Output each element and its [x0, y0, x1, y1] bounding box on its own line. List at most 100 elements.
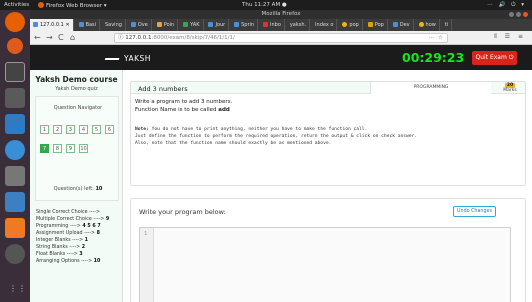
- yaksh-header: YAKSH 00:29:23 Quit Exam ⏻: [30, 45, 532, 70]
- system-tray[interactable]: ⋯ 🔊 ⏻ ▾: [487, 2, 526, 9]
- navigation-bar: ← → C ⌂ ⓘ 127.0.0.1:8000/exam/8/skip/7/4…: [30, 31, 532, 45]
- category-string-blanks: String Blanks ----> 2: [36, 245, 85, 250]
- ubuntu-launcher-icon[interactable]: [7, 38, 23, 54]
- tab-favicon: [208, 22, 214, 27]
- forward-icon[interactable]: →: [46, 33, 53, 43]
- category-value: 2: [81, 245, 86, 250]
- category-label: Float Blanks ---->: [36, 252, 78, 257]
- minimize-icon[interactable]: [509, 12, 514, 17]
- logo-text: YAKSH: [124, 54, 151, 63]
- category-value: 1: [84, 238, 89, 243]
- tab-label: Pop: [374, 22, 384, 28]
- tab-9[interactable]: yaksh.: [287, 19, 311, 31]
- marks-label: Marks: [503, 88, 517, 93]
- software-center-icon[interactable]: [5, 218, 25, 238]
- tab-label: Index o: [315, 22, 334, 28]
- question-navigator: Question Navigator 1 2 3 4 5 6 7 8 9 10 …: [35, 96, 119, 201]
- category-label: Programming ---->: [36, 224, 81, 229]
- site-info-icon[interactable]: ⓘ: [118, 35, 124, 41]
- editor-gutter: 1: [140, 228, 154, 302]
- category-label: Single Correct Choice ---->: [36, 210, 101, 215]
- terminal-icon[interactable]: [5, 62, 25, 82]
- question-link-8[interactable]: 8: [53, 144, 62, 153]
- launcher-dock: ⋮⋮⋮: [0, 10, 35, 302]
- activities-button[interactable]: Activities: [4, 2, 29, 8]
- thunderbird-icon[interactable]: [5, 140, 25, 160]
- category-value: 3: [79, 252, 83, 257]
- clock[interactable]: Thu 11:27 AM ●: [242, 2, 287, 8]
- tab-label: Saving: [104, 22, 122, 28]
- category-label: String Blanks ---->: [36, 245, 81, 250]
- note-line1: You do not have to print anything, neith…: [148, 127, 368, 132]
- tab-favicon: [263, 22, 269, 27]
- category-label: Arranging Options ---->: [36, 259, 93, 264]
- question-link-6[interactable]: 6: [105, 125, 114, 134]
- question-link-9[interactable]: 9: [66, 144, 75, 153]
- tab-label: YAK: [190, 22, 200, 28]
- question-link-7-current[interactable]: 7: [40, 144, 49, 153]
- url-bar[interactable]: ⓘ 127.0.0.1:8000/exam/8/skip/7/46/1/1/1/…: [114, 33, 448, 43]
- function-name: add: [218, 107, 230, 113]
- tab-5[interactable]: YAK: [180, 19, 204, 31]
- question-area: Add 3 numbers PROGRAMMING 20 Marks Write …: [123, 70, 532, 302]
- tab-13[interactable]: Dev: [390, 19, 414, 31]
- question-link-4[interactable]: 4: [79, 125, 88, 134]
- url-path: :8000/exam/8/skip/7/46/1/1/1/: [151, 35, 235, 41]
- tab-11[interactable]: pop: [339, 19, 363, 31]
- question-link-3[interactable]: 3: [66, 125, 75, 134]
- quit-exam-button[interactable]: Quit Exam ⏻: [472, 51, 517, 65]
- yaksh-logo[interactable]: YAKSH: [104, 53, 151, 63]
- code-editor[interactable]: 1: [139, 227, 511, 302]
- tab-label: 127.0.0.1 ✕: [40, 22, 70, 28]
- category-value: 8: [96, 231, 100, 236]
- tab-10[interactable]: Index o: [312, 19, 338, 31]
- maximize-icon[interactable]: [516, 12, 521, 17]
- home-icon[interactable]: ⌂: [70, 33, 75, 43]
- question-description: Write a program to add 3 numbers. Functi…: [135, 98, 232, 114]
- question-link-5[interactable]: 5: [92, 125, 101, 134]
- reload-icon[interactable]: C: [58, 33, 64, 43]
- tab-4[interactable]: Poin: [154, 19, 179, 31]
- question-text-line1: Write a program to add 3 numbers.: [135, 99, 233, 105]
- tab-14[interactable]: how: [416, 19, 440, 31]
- questions-left: Question(s) left: 10: [36, 186, 120, 192]
- undo-changes-button[interactable]: Undo Changes: [453, 206, 496, 217]
- tab-6[interactable]: Jour: [205, 19, 230, 31]
- app-menu[interactable]: Firefox Web Browser ▾: [38, 2, 107, 9]
- question-link-2[interactable]: 2: [53, 125, 62, 134]
- tab-1[interactable]: Basi: [76, 19, 101, 31]
- tab-favicon: [78, 22, 84, 27]
- note-line2: Just define the function to perform the …: [135, 134, 418, 139]
- tab-15[interactable]: ti: [442, 19, 453, 31]
- category-arranging-options: Arranging Options ----> 10: [36, 259, 100, 264]
- tab-7[interactable]: Sprin: [231, 19, 259, 31]
- show-applications-icon[interactable]: ⋮⋮⋮: [9, 285, 35, 298]
- question-link-1[interactable]: 1: [40, 125, 49, 134]
- close-window-icon[interactable]: [523, 12, 528, 17]
- firefox-launcher-icon[interactable]: [5, 12, 25, 32]
- category-value: 4 5 6 7: [82, 224, 101, 229]
- library-menu-icon[interactable]: ⫴ ☰ ≡: [494, 33, 526, 41]
- tab-label: Inbo: [270, 22, 281, 28]
- pycharm-icon[interactable]: [5, 166, 25, 186]
- tab-0[interactable]: 127.0.0.1 ✕: [30, 19, 74, 31]
- text-editor-icon[interactable]: [5, 114, 25, 134]
- tab-label: yaksh.: [289, 22, 307, 28]
- question-card: Add 3 numbers PROGRAMMING 20 Marks Write …: [130, 81, 526, 186]
- question-note: Note: You do not have to print anything,…: [135, 126, 417, 147]
- tab-favicon: [418, 22, 424, 27]
- tab-8[interactable]: Inbo: [260, 19, 285, 31]
- course-title: Yaksh Demo course: [35, 75, 118, 84]
- writer-icon[interactable]: [5, 192, 25, 212]
- settings-icon[interactable]: [5, 244, 25, 264]
- question-marks: 20 Marks: [499, 83, 521, 93]
- page-actions-icon[interactable]: ⋯ ☆: [429, 34, 444, 42]
- question-link-10[interactable]: 10: [79, 144, 88, 153]
- back-icon[interactable]: ←: [34, 33, 41, 43]
- exam-sidebar: Yaksh Demo course Yaksh Demo quiz Questi…: [30, 70, 123, 302]
- tab-3[interactable]: Ove: [128, 19, 152, 31]
- window-title: Mozilla Firefox: [261, 11, 301, 17]
- files-icon[interactable]: [5, 88, 25, 108]
- tab-2[interactable]: Saving: [102, 19, 126, 31]
- tab-12[interactable]: Pop: [365, 19, 388, 31]
